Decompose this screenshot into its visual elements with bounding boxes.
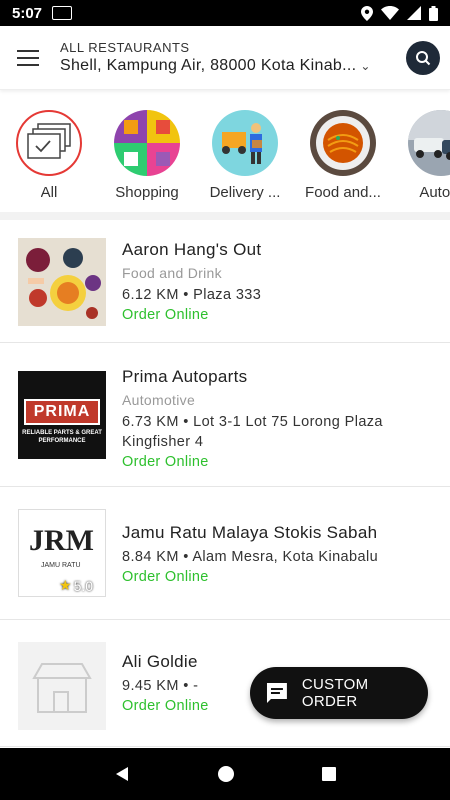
order-online-link[interactable]: Order Online (122, 569, 432, 585)
location-selector[interactable]: ALL RESTAURANTS Shell, Kampung Air, 8800… (56, 40, 398, 75)
store-logo-prima: PRIMA RELIABLE PARTS & GREAT PERFORMANCE (18, 371, 106, 459)
store-placeholder-icon (18, 642, 106, 730)
search-button[interactable] (406, 40, 440, 75)
rating-value: 5.0 (73, 577, 94, 594)
search-icon (416, 50, 431, 65)
store-distance: 6.73 KM • Lot 3-1 Lot 75 Lorong Plaza Ki… (122, 414, 383, 450)
chevron-down-icon: ⌄ (360, 59, 371, 73)
order-online-link[interactable]: Order Online (122, 454, 432, 470)
logo-tagline: RELIABLE PARTS & GREAT PERFORMANCE (22, 430, 102, 444)
status-time: 5:07 (12, 4, 43, 22)
status-icons (361, 5, 438, 21)
signal-icon (407, 6, 421, 20)
header-label: ALL RESTAURANTS (60, 40, 190, 55)
category-delivery[interactable]: Delivery ... (196, 104, 294, 212)
category-automotive[interactable]: Autom (392, 104, 450, 212)
message-icon (266, 683, 287, 703)
category-name: Food and... (305, 184, 381, 201)
category-shopping[interactable]: Shopping (98, 104, 196, 212)
store-info: Jamu Ratu Malaya Stokis Sabah 8.84 KM • … (122, 509, 432, 597)
category-name: Autom (419, 184, 450, 201)
shopping-collage-icon (114, 110, 180, 176)
recents-icon[interactable] (321, 766, 337, 782)
home-icon[interactable] (217, 765, 235, 783)
store-type: Food and Drink (122, 265, 222, 281)
menu-icon[interactable] (0, 26, 56, 90)
logo-text: JRM (29, 524, 94, 557)
store-item[interactable]: JRM JAMU RATU ★ 5.0 Jamu Ratu Malaya Sto… (0, 487, 450, 620)
status-bar: 5:07 (0, 0, 450, 26)
store-item[interactable]: Aaron Hang's Out Food and Drink 6.12 KM … (0, 220, 450, 343)
store-info: Prima Autoparts Automotive 6.73 KM • Lot… (122, 365, 432, 470)
custom-order-label: CUSTOM ORDER (301, 676, 369, 710)
store-distance: 6.12 KM • Plaza 333 (122, 287, 262, 303)
pasta-plate-icon (310, 110, 376, 176)
star-icon: ★ (59, 577, 72, 593)
wifi-icon (381, 6, 399, 20)
notification-icon (52, 6, 73, 20)
back-icon[interactable] (113, 765, 131, 783)
category-name: All (40, 184, 58, 201)
section-divider (0, 212, 450, 220)
category-name: Shopping (115, 184, 179, 201)
store-name: Aaron Hang's Out (122, 240, 262, 259)
battery-icon (429, 5, 438, 21)
order-online-link[interactable]: Order Online (122, 307, 432, 323)
delivery-man-icon (212, 110, 278, 176)
category-all[interactable]: All (0, 104, 98, 212)
store-distance: 8.84 KM • Alam Mesra, Kota Kinabalu (122, 549, 379, 565)
app-header: ALL RESTAURANTS Shell, Kampung Air, 8800… (0, 26, 450, 90)
logo-text: PRIMA (33, 403, 91, 420)
location-icon (361, 5, 373, 21)
custom-order-button[interactable]: CUSTOM ORDER (250, 667, 428, 719)
store-name: Prima Autoparts (122, 367, 248, 386)
category-food[interactable]: Food and... (294, 104, 392, 212)
system-nav-bar (0, 748, 450, 800)
store-info: Aaron Hang's Out Food and Drink 6.12 KM … (122, 238, 432, 326)
store-type: Automotive (122, 392, 196, 408)
address-text: Shell, Kampung Air, 88000 Kota Kinab... (60, 57, 357, 74)
store-item[interactable]: PRIMA RELIABLE PARTS & GREAT PERFORMANCE… (0, 343, 450, 487)
address-row[interactable]: Shell, Kampung Air, 88000 Kota Kinab... … (60, 57, 398, 75)
category-strip: All Shopping Delivery ... Food and... Au… (0, 104, 450, 212)
rating-badge: ★ 5.0 (59, 577, 93, 594)
category-name: Delivery ... (209, 184, 281, 201)
store-logo-jrm: JRM JAMU RATU ★ 5.0 (18, 509, 106, 597)
cars-icon (408, 110, 450, 176)
logo-subtitle: JAMU RATU (41, 562, 81, 569)
store-image-platter (18, 238, 106, 326)
store-name: Jamu Ratu Malaya Stokis Sabah (122, 523, 378, 542)
checklist-icon (16, 110, 82, 176)
